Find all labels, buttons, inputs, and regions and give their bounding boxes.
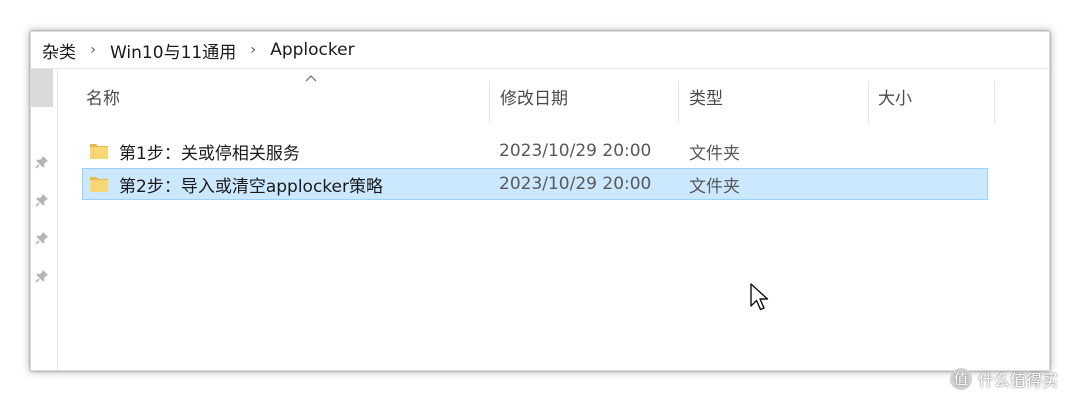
column-header-type[interactable]: 类型 [689, 69, 723, 124]
column-header-size[interactable]: 大小 [878, 69, 912, 124]
chevron-right-icon[interactable]: › [238, 42, 268, 58]
pin-icon[interactable] [34, 230, 50, 246]
file-type: 文件夹 [689, 143, 740, 164]
file-name: 第2步：导入或清空applocker策略 [119, 176, 383, 197]
column-divider[interactable] [678, 81, 679, 124]
watermark-text: 什么值得买 [978, 371, 1059, 390]
pin-icon[interactable] [34, 268, 50, 284]
file-name: 第1步：关或停相关服务 [119, 143, 300, 164]
sort-up-caret-icon[interactable] [304, 73, 318, 83]
file-type: 文件夹 [689, 176, 740, 197]
column-header-date[interactable]: 修改日期 [500, 69, 568, 124]
navigation-selected-item[interactable] [31, 69, 53, 107]
breadcrumb-item-misc[interactable]: 杂类 [40, 38, 78, 63]
address-bar[interactable]: 杂类 › Win10与11通用 › Applocker [31, 32, 1049, 69]
watermark-badge: 值 [950, 368, 972, 390]
folder-icon [90, 177, 108, 192]
mouse-cursor-icon [750, 283, 769, 311]
column-header-bar: 名称 修改日期 类型 大小 [58, 69, 1049, 124]
pin-icon[interactable] [34, 154, 50, 170]
column-divider[interactable] [994, 81, 995, 124]
file-modified-date: 2023/10/29 20:00 [499, 174, 652, 194]
file-explorer-window: 杂类 › Win10与11通用 › Applocker 名称 修改日期 类型 大… [30, 31, 1050, 371]
column-divider[interactable] [489, 81, 490, 124]
column-header-name[interactable]: 名称 [86, 69, 120, 124]
empty-list-area[interactable] [58, 207, 1049, 370]
watermark: 值 什么值得买 [950, 367, 1058, 391]
screenshot: 杂类 › Win10与11通用 › Applocker 名称 修改日期 类型 大… [0, 0, 1080, 402]
file-modified-date: 2023/10/29 20:00 [499, 141, 652, 161]
folder-icon [90, 144, 108, 159]
list-item[interactable]: 第2步：导入或清空applocker策略 2023/10/29 20:00 文件… [82, 168, 988, 200]
breadcrumb-item-applocker[interactable]: Applocker [268, 40, 356, 60]
breadcrumb-item-win10-11[interactable]: Win10与11通用 [108, 38, 238, 63]
column-divider[interactable] [868, 81, 869, 124]
chevron-right-icon[interactable]: › [78, 42, 108, 58]
navigation-pane[interactable] [31, 69, 58, 370]
list-item[interactable]: 第1步：关或停相关服务 2023/10/29 20:00 文件夹 [82, 135, 988, 167]
pin-icon[interactable] [34, 192, 50, 208]
